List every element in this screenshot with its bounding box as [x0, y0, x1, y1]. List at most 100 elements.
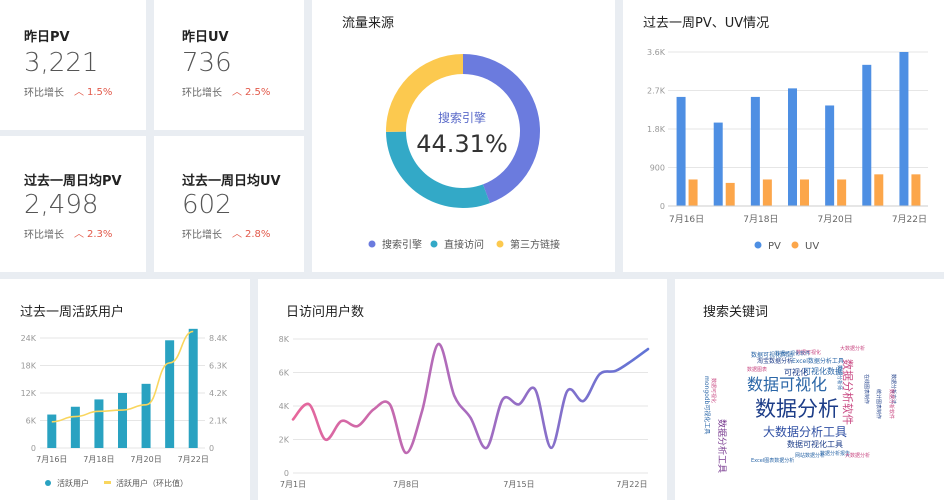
y-tick-label-right: 8.4K	[209, 334, 228, 343]
arrow-up-icon: ︿	[232, 229, 242, 240]
kpi-card-weekly-avg-pv: 过去一周日均PV 2,498 环比增长 ︿ 2.3%	[0, 136, 146, 272]
legend-marker	[430, 240, 438, 248]
arrow-up-icon: ︿	[74, 229, 84, 240]
donut-center-label: 搜索引擎	[438, 110, 486, 125]
keyword-term: 数据分析工具	[716, 419, 726, 474]
keyword-term: 数据可视化工具	[787, 440, 843, 449]
pv-bar	[713, 122, 723, 206]
x-tick-label: 7月8日	[393, 480, 419, 489]
donut-slice	[463, 54, 540, 204]
active-users-bar	[70, 406, 80, 448]
kpi-change-value: 2.3%	[87, 229, 113, 240]
y-tick-label: 0	[660, 202, 665, 211]
active-users-bar	[47, 414, 57, 448]
keyword-term: 在线图表制作	[863, 374, 869, 405]
kpi-change-value: 1.5%	[87, 87, 113, 98]
keyword-cloud: 数据分析 数据可视化 大数据分析工具 数据分析软件 数据分析工具 可视化数据 可视化 数据可视…	[675, 279, 944, 500]
pv-bar	[862, 64, 872, 206]
uv-bar	[688, 179, 698, 206]
kpi-compare-label: 环比增长	[24, 230, 64, 241]
daily-visitors-line-chart: 0 2K 4K 6K 8K 7月1日 7月8日 7月15日 7月22日	[279, 335, 650, 489]
kpi-change-value: 2.8%	[245, 229, 271, 240]
active-users-bar	[188, 328, 198, 448]
kpi-change: ︿ 2.3%	[74, 225, 112, 240]
y-tick-label: 3.6K	[647, 48, 666, 57]
keywords-card: 搜索关键词 数据分析 数据可视化 大数据分析工具 数据分析软件 数据分析工具 可视化数据可…	[675, 279, 944, 500]
keyword-term: 数据分析软件	[888, 389, 894, 420]
y-tick-label-left: 24K	[21, 334, 37, 343]
legend-label: 活跃用户（环比值）	[116, 478, 188, 488]
keyword-term: 数据图表	[747, 367, 768, 373]
daily-visitors-card: 日访问用户数 0 2K 4K 6K 8K 7月1日 7月8日 7月15日 7月22日	[258, 279, 667, 500]
kpi-title: 昨日UV	[182, 30, 229, 45]
pv-uv-card: 过去一周PV、UV情况 0 900 1.8K 2.7K 3.6K 7月16日 7月18日 7月…	[623, 0, 944, 272]
active-users-chart: 0 0 6K 2.1K 12K 4.2K 18K 6.3K 24K 8.4K 7月16日 7月18日 7…	[21, 328, 228, 488]
kpi-value: 602	[182, 190, 232, 220]
kpi-title: 过去一周日均UV	[182, 174, 281, 189]
traffic-source-card: 流量来源 搜索引擎 44.31% 搜索引擎 直接访问 第三方链接	[312, 0, 615, 272]
y-tick-label: 1.8K	[647, 125, 666, 134]
kpi-value: 2,498	[24, 190, 99, 220]
x-tick-label: 7月1日	[280, 480, 306, 489]
y-tick-label: 900	[650, 164, 665, 173]
legend-marker	[496, 240, 504, 248]
kpi-compare-label: 环比增长	[182, 230, 222, 241]
active-users-card: 过去一周活跃用户 0 0 6K 2.1K 12K 4.2K 18K 6.3K 24K 8.4K 7月…	[0, 279, 250, 500]
legend-label: 第三方链接	[510, 238, 560, 251]
legend-label: 搜索引擎	[382, 238, 422, 251]
active-users-bar	[165, 340, 175, 448]
uv-bar	[874, 174, 884, 206]
x-tick-label: 7月15日	[503, 480, 534, 489]
keyword-term: 淘宝数据分析	[757, 358, 794, 365]
donut-center-value: 44.31%	[416, 130, 508, 158]
keyword-term: 数据分析软件	[841, 359, 854, 425]
x-tick-label: 7月16日	[36, 455, 67, 464]
kpi-compare-label: 环比增长	[24, 88, 64, 99]
y-tick-label: 4K	[279, 402, 290, 411]
x-tick-label: 7月20日	[818, 214, 853, 225]
legend-label: 活跃用户	[57, 478, 89, 488]
y-tick-label: 6K	[279, 369, 290, 378]
y-tick-label-right: 0	[209, 444, 214, 453]
x-tick-label: 7月22日	[892, 214, 927, 225]
keyword-term: 数据分析	[755, 397, 839, 421]
y-tick-label-left: 18K	[21, 362, 37, 371]
x-tick-label: 7月22日	[616, 480, 647, 489]
y-tick-label: 2K	[279, 436, 290, 445]
keyword-term: 可视化	[784, 368, 808, 377]
keyword-term: 数据分析师	[836, 365, 842, 391]
kpi-card-yesterday-pv: 昨日PV 3,221 环比增长 ︿ 1.5%	[0, 0, 146, 130]
keyword-term: 统计图表制作	[875, 389, 881, 420]
kpi-title: 昨日PV	[24, 30, 70, 45]
x-tick-label: 7月16日	[669, 214, 704, 225]
legend-marker	[368, 240, 376, 248]
pv-bar	[899, 52, 909, 206]
kpi-compare-label: 环比增长	[182, 88, 222, 99]
kpi-value: 3,221	[24, 48, 99, 78]
pv-bar	[676, 96, 686, 206]
y-tick-label: 0	[284, 469, 289, 478]
traffic-donut-chart: 搜索引擎 44.31% 搜索引擎 直接访问 第三方链接	[368, 54, 560, 251]
kpi-card-yesterday-uv: 昨日UV 736 环比增长 ︿ 2.5%	[154, 0, 304, 130]
active-users-bar	[118, 393, 127, 448]
kpi-title: 过去一周日均PV	[24, 174, 122, 189]
uv-bar	[911, 174, 921, 206]
uv-bar	[725, 182, 735, 206]
kpi-change-value: 2.5%	[245, 87, 271, 98]
keyword-term: mongodb可视化工具	[703, 376, 710, 435]
arrow-up-icon: ︿	[232, 87, 242, 98]
keyword-term: 大数据分析	[845, 453, 871, 459]
pv-bar	[750, 96, 760, 206]
keyword-term: Excel图表数据分析	[751, 458, 795, 464]
legend-marker	[754, 241, 762, 249]
uv-bar	[762, 179, 772, 206]
active-users-bar	[94, 399, 104, 448]
kpi-change: ︿ 2.8%	[232, 225, 270, 240]
legend-label: UV	[805, 241, 819, 252]
uv-bar	[837, 179, 847, 206]
legend-label: PV	[768, 241, 781, 252]
x-tick-label: 7月22日	[178, 455, 209, 464]
keyword-term: 数据可视化软件	[775, 351, 811, 357]
kpi-card-weekly-avg-uv: 过去一周日均UV 602 环比增长 ︿ 2.8%	[154, 136, 304, 272]
pv-bar	[788, 88, 797, 206]
